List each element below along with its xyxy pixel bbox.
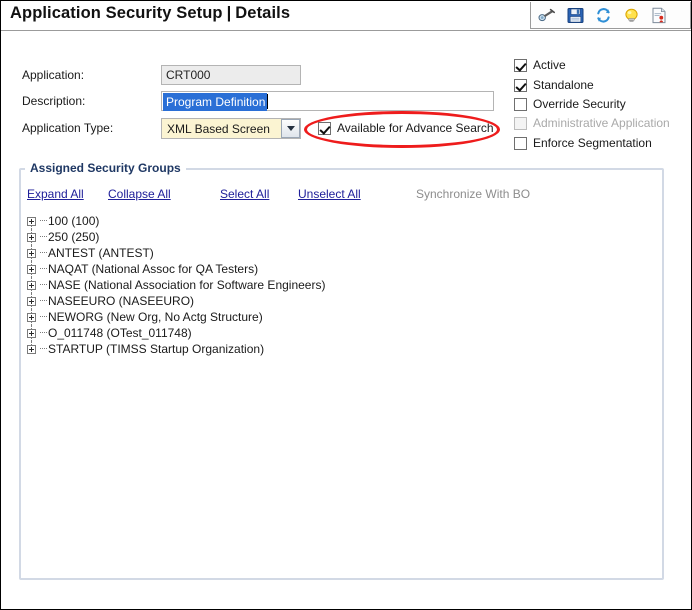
tree-node[interactable]: 100 (100) <box>27 213 627 229</box>
tree-node[interactable]: O_011748 (OTest_011748) <box>27 325 627 341</box>
tree-node[interactable]: NASEEURO (NASEEURO) <box>27 293 627 309</box>
checkbox-override-security-label: Override Security <box>533 97 626 111</box>
application-type-select[interactable]: XML Based Screen <box>161 118 301 139</box>
checkbox-override-security-box[interactable] <box>514 97 527 111</box>
chevron-down-icon[interactable] <box>281 119 300 138</box>
tree-node[interactable]: NEWORG (New Org, No Actg Structure) <box>27 309 627 325</box>
checkbox-active-label: Active <box>533 58 566 72</box>
checkbox-administrative-application: Administrative Application <box>514 116 670 130</box>
checkbox-enforce-segmentation-label: Enforce Segmentation <box>533 136 652 150</box>
checkbox-available-for-advance-search-box[interactable] <box>318 121 331 135</box>
tree-node[interactable]: NAQAT (National Assoc for QA Testers) <box>27 261 627 277</box>
tree-dash-line <box>40 332 47 333</box>
tree-dash-line <box>40 284 47 285</box>
tree-node[interactable]: NASE (National Association for Software … <box>27 277 627 293</box>
lightbulb-icon[interactable] <box>621 5 641 25</box>
checkbox-enforce-segmentation-box[interactable] <box>514 136 527 150</box>
expand-plus-icon[interactable] <box>27 312 36 322</box>
tree-node[interactable]: 250 (250) <box>27 229 627 245</box>
tree-node-label: NAQAT (National Assoc for QA Testers) <box>48 262 259 276</box>
expand-plus-icon[interactable] <box>27 264 36 274</box>
tree-dash-line <box>40 236 47 237</box>
application-window: Application Security Setup | Details App… <box>0 0 692 610</box>
page-title-sub: Details <box>235 4 291 22</box>
tree-node-label: NEWORG (New Org, No Actg Structure) <box>48 310 263 324</box>
binoculars-icon[interactable] <box>537 5 557 25</box>
tree-node-label: 250 (250) <box>48 230 100 244</box>
page-title-separator: | <box>226 4 232 22</box>
expand-plus-icon[interactable] <box>27 344 36 354</box>
application-type-value: XML Based Screen <box>167 121 270 136</box>
page-title: Application Security Setup | Details <box>10 4 290 23</box>
tree-dash-line <box>40 316 47 317</box>
tree-dash-line <box>40 252 47 253</box>
application-type-label: Application Type: <box>22 121 114 135</box>
application-label: Application: <box>22 68 85 82</box>
toolbar <box>530 2 691 29</box>
checkbox-standalone[interactable]: Standalone <box>514 78 594 92</box>
checkbox-active-box[interactable] <box>514 58 527 72</box>
tree-node-label: STARTUP (TIMSS Startup Organization) <box>48 342 265 356</box>
checkbox-enforce-segmentation[interactable]: Enforce Segmentation <box>514 136 652 150</box>
checkbox-standalone-box[interactable] <box>514 78 527 92</box>
expand-plus-icon[interactable] <box>27 248 36 258</box>
tree-node[interactable]: STARTUP (TIMSS Startup Organization) <box>27 341 627 357</box>
description-field-value: Program Definition <box>163 93 268 111</box>
checkbox-administrative-application-label: Administrative Application <box>533 116 670 130</box>
tree-node[interactable]: ANTEST (ANTEST) <box>27 245 627 261</box>
application-field[interactable]: CRT000 <box>161 65 301 85</box>
tree-node-label: NASEEURO (NASEEURO) <box>48 294 195 308</box>
tree-dash-line <box>40 348 47 349</box>
checkbox-administrative-application-box <box>514 116 527 130</box>
collapse-all-link[interactable]: Collapse All <box>108 187 171 201</box>
unselect-all-link[interactable]: Unselect All <box>298 187 361 201</box>
synchronize-with-bo-label: Synchronize With BO <box>416 187 531 201</box>
tree-node-label: 100 (100) <box>48 214 100 228</box>
text-caret <box>267 94 269 109</box>
expand-plus-icon[interactable] <box>27 216 36 226</box>
expand-plus-icon[interactable] <box>27 280 36 290</box>
checkbox-available-for-advance-search-label: Available for Advance Search <box>337 121 494 135</box>
expand-plus-icon[interactable] <box>27 232 36 242</box>
refresh-icon[interactable] <box>593 5 613 25</box>
tree-node-label: ANTEST (ANTEST) <box>48 246 154 260</box>
expand-plus-icon[interactable] <box>27 328 36 338</box>
checkbox-standalone-label: Standalone <box>533 78 594 92</box>
security-groups-tree: 100 (100) 250 (250) ANTEST (ANTEST) NAQAT (… <box>27 213 627 357</box>
checkbox-available-for-advance-search[interactable]: Available for Advance Search <box>318 121 494 135</box>
tree-node-label: O_011748 (OTest_011748) <box>48 326 192 340</box>
tree-dash-line <box>40 300 47 301</box>
description-label: Description: <box>22 94 86 108</box>
expand-plus-icon[interactable] <box>27 296 36 306</box>
expand-all-link[interactable]: Expand All <box>27 187 84 201</box>
select-all-link[interactable]: Select All <box>220 187 269 201</box>
checkbox-active[interactable]: Active <box>514 58 566 72</box>
page-title-main: Application Security Setup <box>10 4 223 22</box>
tree-dash-line <box>40 220 47 221</box>
report-icon[interactable] <box>649 5 669 25</box>
description-field[interactable]: Program Definition <box>161 91 494 111</box>
checkbox-override-security[interactable]: Override Security <box>514 97 626 111</box>
assigned-security-groups-legend: Assigned Security Groups <box>25 161 186 175</box>
save-icon[interactable] <box>565 5 585 25</box>
tree-dash-line <box>40 268 47 269</box>
tree-node-label: NASE (National Association for Software … <box>48 278 326 292</box>
